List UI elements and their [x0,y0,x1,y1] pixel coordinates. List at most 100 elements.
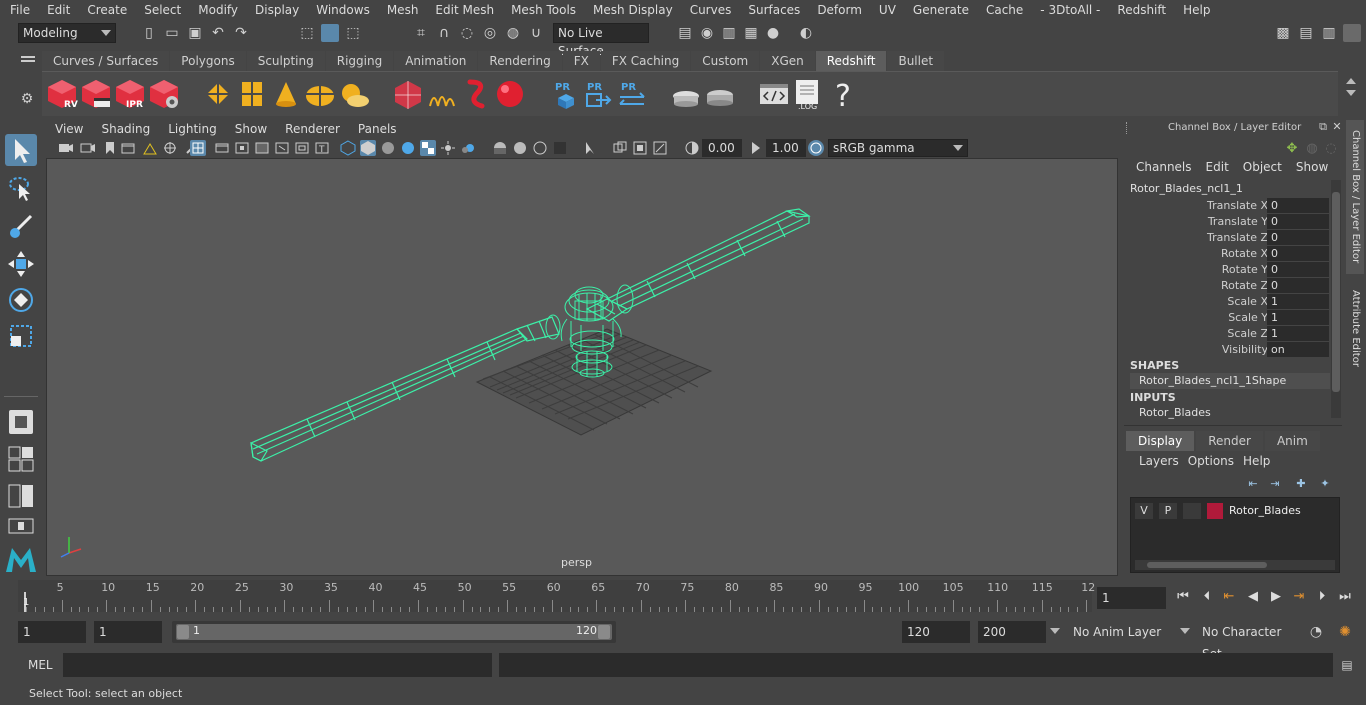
attr-label-scale-x[interactable]: Scale X [1227,295,1268,308]
gate-mask-icon[interactable] [254,140,270,156]
select-hierarchy-icon[interactable]: ⬚ [298,24,316,42]
menu-edit[interactable]: Edit [37,3,77,17]
go-to-end-icon[interactable]: ⏭ [1336,588,1354,606]
redshift-ipr-icon[interactable]: IPR [114,78,146,110]
layer-tab-display[interactable]: Display [1126,431,1195,451]
redshift-sphere-icon[interactable] [494,78,526,110]
menu-file[interactable]: File [0,3,37,17]
attr-row-scale-y[interactable]: Scale Y1 [1126,310,1330,326]
panel-grip[interactable] [1126,122,1128,134]
shade-wireframe-icon[interactable] [380,140,396,156]
open-scene-icon[interactable]: ▭ [163,24,181,42]
channel-box-side-tab[interactable]: Channel Box / Layer Editor [1346,120,1364,274]
attr-value-translate-z[interactable]: 0 [1267,230,1329,245]
menu-generate[interactable]: Generate [903,3,976,17]
playback-preferences-icon[interactable]: ✺ [1336,623,1354,641]
resolution-gate-icon[interactable] [234,140,250,156]
motion-blur-icon[interactable] [512,140,528,156]
frame-all-icon[interactable] [612,140,628,156]
character-set-dropdown[interactable]: No Character Set [1197,621,1297,661]
layer-tab-anim[interactable]: Anim [1264,431,1320,451]
save-scene-icon[interactable]: ▣ [186,24,204,42]
attr-value-rotate-y[interactable]: 0 [1267,262,1329,277]
shelf-tab-animation[interactable]: Animation [394,51,478,71]
layer-tab-render[interactable]: Render [1196,431,1263,451]
bookmark-icon[interactable] [102,140,118,156]
attr-label-rotate-x[interactable]: Rotate X [1221,247,1268,260]
shelf-tab-fx[interactable]: FX [562,51,600,71]
redshift-render-clapper-icon[interactable] [80,78,112,110]
tool-settings-toggle-icon[interactable]: ▥ [1320,24,1338,42]
attr-label-translate-z[interactable]: Translate Z [1207,231,1268,244]
current-frame-field[interactable]: 1 [1097,587,1166,609]
menu-mesh-display[interactable]: Mesh Display [583,3,680,17]
exposure-field[interactable]: 0.00 [702,139,742,157]
select-object-icon[interactable] [321,24,339,42]
snap-view-icon[interactable]: ◎ [481,24,499,42]
snap-curve-icon[interactable]: ∩ [435,24,453,42]
auto-key-icon[interactable]: ◔ [1307,623,1325,641]
safe-title-icon[interactable]: T [314,140,330,156]
move-tool[interactable] [5,248,37,280]
menu-mesh[interactable]: Mesh [377,3,426,17]
redshift-hair-icon[interactable] [426,78,458,110]
anti-aliasing-icon[interactable] [532,140,548,156]
redshift-render-view-icon[interactable]: RV [46,78,78,110]
paint-select-tool[interactable] [5,210,37,242]
menu-help[interactable]: Help [1173,3,1217,17]
layer-row[interactable]: V P Rotor_Blades [1135,502,1337,520]
render-view-icon[interactable]: ◉ [698,24,716,42]
scale-tool[interactable] [5,320,37,352]
pr-cube-icon[interactable]: PR [550,78,582,110]
attr-row-rotate-y[interactable]: Rotate Y0 [1126,262,1330,278]
menu-edit-mesh[interactable]: Edit Mesh [425,3,501,17]
layout-single-icon[interactable] [8,446,34,472]
layout-outliner-icon[interactable] [8,518,34,534]
object-name[interactable]: Rotor_Blades_ncl1_1 [1130,182,1243,195]
menu-curves[interactable]: Curves [680,3,739,17]
attr-label-scale-z[interactable]: Scale Z [1227,327,1268,340]
depth-of-field-icon[interactable] [552,140,568,156]
shelf-tab-sculpting[interactable]: Sculpting [246,51,325,71]
rotate-tool[interactable] [5,284,37,316]
step-back-key-icon[interactable]: ⇤ [1220,588,1238,606]
redshift-spot-light-icon[interactable] [270,78,302,110]
redshift-dome-light-icon[interactable] [304,78,336,110]
menu-create[interactable]: Create [77,3,134,17]
channel-box-menu-channels[interactable]: Channels [1122,160,1192,178]
undo-icon[interactable]: ↶ [209,24,227,42]
layer-list-h-scrollbar[interactable] [1135,560,1335,570]
snap-surface-icon[interactable]: ◍ [504,24,522,42]
shelf-settings-gear-icon[interactable]: ⚙ [18,90,36,108]
rotor-blades-mesh[interactable] [250,208,811,462]
redshift-volume-icon[interactable] [460,78,492,110]
ipr-render-icon[interactable]: ▥ [720,24,738,42]
viewport-menu-panels[interactable]: Panels [349,122,406,136]
attr-value-scale-x[interactable]: 1 [1267,294,1329,309]
viewport-menu-lighting[interactable]: Lighting [159,122,226,136]
layer-visibility-toggle[interactable]: V [1135,503,1153,519]
menu-uv[interactable]: UV [869,3,903,17]
menu-windows[interactable]: Windows [306,3,377,17]
menu-modify[interactable]: Modify [188,3,245,17]
animation-start-field[interactable]: 1 [18,621,86,643]
range-slider-fill[interactable] [176,624,612,640]
layer-playback-toggle[interactable]: P [1159,503,1177,519]
menu-surfaces[interactable]: Surfaces [738,3,807,17]
redshift-proxy-icon[interactable] [202,78,234,110]
mel-command-input[interactable] [63,653,492,677]
redshift-sun-sky-icon[interactable] [338,78,370,110]
shelf-tab-polygons[interactable]: Polygons [170,51,246,71]
attr-label-visibility[interactable]: Visibility [1222,343,1268,356]
wireframe-grid-icon[interactable] [190,140,206,156]
channel-box-scrollbar[interactable] [1331,180,1341,418]
shadows-icon[interactable] [460,140,476,156]
gamma-field[interactable]: 1.00 [766,139,806,157]
zoom-fit-icon[interactable] [652,140,668,156]
exposure-icon[interactable] [684,140,700,156]
log-file-icon[interactable]: .LOG [792,78,824,110]
show-manipulator-tool[interactable] [5,406,37,438]
attr-value-rotate-z[interactable]: 0 [1267,278,1329,293]
pr-export-icon[interactable]: PR [582,78,614,110]
attr-label-translate-y[interactable]: Translate Y [1208,215,1268,228]
